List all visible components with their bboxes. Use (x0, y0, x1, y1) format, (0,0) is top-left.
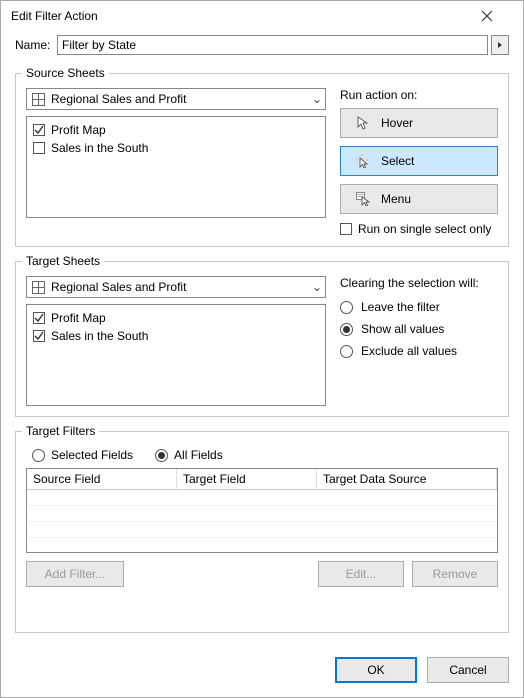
checkbox[interactable] (33, 142, 45, 154)
col-target-datasource[interactable]: Target Data Source (317, 469, 497, 489)
table-row (27, 506, 497, 522)
edit-filter-button[interactable]: Edit... (318, 561, 404, 587)
target-filters-legend: Target Filters (22, 424, 99, 438)
hover-label: Hover (381, 116, 497, 130)
cursor-icon (355, 116, 371, 130)
radio-label: Show all values (361, 322, 444, 336)
menu-button[interactable]: Menu (340, 184, 498, 214)
list-item[interactable]: Sales in the South (33, 139, 319, 157)
radio-icon (340, 323, 353, 336)
col-source-field[interactable]: Source Field (27, 469, 177, 489)
triangle-right-icon (497, 41, 503, 49)
list-item[interactable]: Profit Map (33, 309, 319, 327)
radio-selected-fields[interactable]: Selected Fields (32, 448, 133, 462)
source-sheets-group: Source Sheets Regional Sales and Profit … (15, 73, 509, 247)
source-sheets-list[interactable]: Profit Map Sales in the South (26, 116, 326, 218)
select-cursor-icon (355, 154, 371, 168)
remove-filter-button[interactable]: Remove (412, 561, 498, 587)
run-action-label: Run action on: (340, 88, 498, 102)
radio-leave-filter[interactable]: Leave the filter (340, 296, 498, 318)
dialog-title: Edit Filter Action (11, 9, 481, 23)
ok-button[interactable]: OK (335, 657, 417, 683)
radio-icon (155, 449, 168, 462)
source-sheets-legend: Source Sheets (22, 66, 109, 80)
list-item[interactable]: Sales in the South (33, 327, 319, 345)
clear-selection-label: Clearing the selection will: (340, 276, 498, 290)
add-filter-button[interactable]: Add Filter... (26, 561, 124, 587)
name-dropdown-button[interactable] (491, 35, 509, 55)
single-select-checkbox[interactable] (340, 223, 352, 235)
chevron-down-icon: ⌄ (309, 280, 325, 294)
list-item-label: Profit Map (51, 123, 106, 137)
radio-all-fields[interactable]: All Fields (155, 448, 223, 462)
filters-table[interactable]: Source Field Target Field Target Data So… (26, 468, 498, 553)
checkbox[interactable] (33, 330, 45, 342)
target-sheets-group: Target Sheets Regional Sales and Profit … (15, 261, 509, 417)
radio-label: Leave the filter (361, 300, 440, 314)
checkbox[interactable] (33, 312, 45, 324)
radio-exclude-all[interactable]: Exclude all values (340, 340, 498, 362)
radio-label: All Fields (174, 448, 223, 462)
table-row (27, 490, 497, 506)
dashboard-icon (27, 93, 49, 106)
radio-icon (340, 345, 353, 358)
radio-label: Exclude all values (361, 344, 457, 358)
radio-icon (340, 301, 353, 314)
checkbox[interactable] (33, 124, 45, 136)
target-sheets-legend: Target Sheets (22, 254, 104, 268)
radio-icon (32, 449, 45, 462)
dialog-window: Edit Filter Action Name: Source Sheets (0, 0, 524, 698)
select-label: Select (381, 154, 497, 168)
target-sheets-list[interactable]: Profit Map Sales in the South (26, 304, 326, 406)
col-target-field[interactable]: Target Field (177, 469, 317, 489)
radio-show-all[interactable]: Show all values (340, 318, 498, 340)
source-workbook-label: Regional Sales and Profit (49, 92, 309, 106)
table-row (27, 522, 497, 538)
dashboard-icon (27, 281, 49, 294)
select-button[interactable]: Select (340, 146, 498, 176)
list-item[interactable]: Profit Map (33, 121, 319, 139)
source-workbook-dropdown[interactable]: Regional Sales and Profit ⌄ (26, 88, 326, 110)
close-icon (481, 10, 493, 22)
cancel-button[interactable]: Cancel (427, 657, 509, 683)
menu-cursor-icon (355, 192, 371, 206)
hover-button[interactable]: Hover (340, 108, 498, 138)
target-workbook-label: Regional Sales and Profit (49, 280, 309, 294)
target-filters-group: Target Filters Selected Fields All Field… (15, 431, 509, 633)
titlebar: Edit Filter Action (1, 1, 523, 29)
menu-label: Menu (381, 192, 497, 206)
name-label: Name: (15, 38, 57, 52)
radio-label: Selected Fields (51, 448, 133, 462)
name-input[interactable] (57, 35, 488, 55)
list-item-label: Sales in the South (51, 329, 148, 343)
target-workbook-dropdown[interactable]: Regional Sales and Profit ⌄ (26, 276, 326, 298)
chevron-down-icon: ⌄ (309, 92, 325, 106)
close-button[interactable] (481, 10, 513, 22)
list-item-label: Sales in the South (51, 141, 148, 155)
list-item-label: Profit Map (51, 311, 106, 325)
single-select-label: Run on single select only (358, 222, 491, 236)
